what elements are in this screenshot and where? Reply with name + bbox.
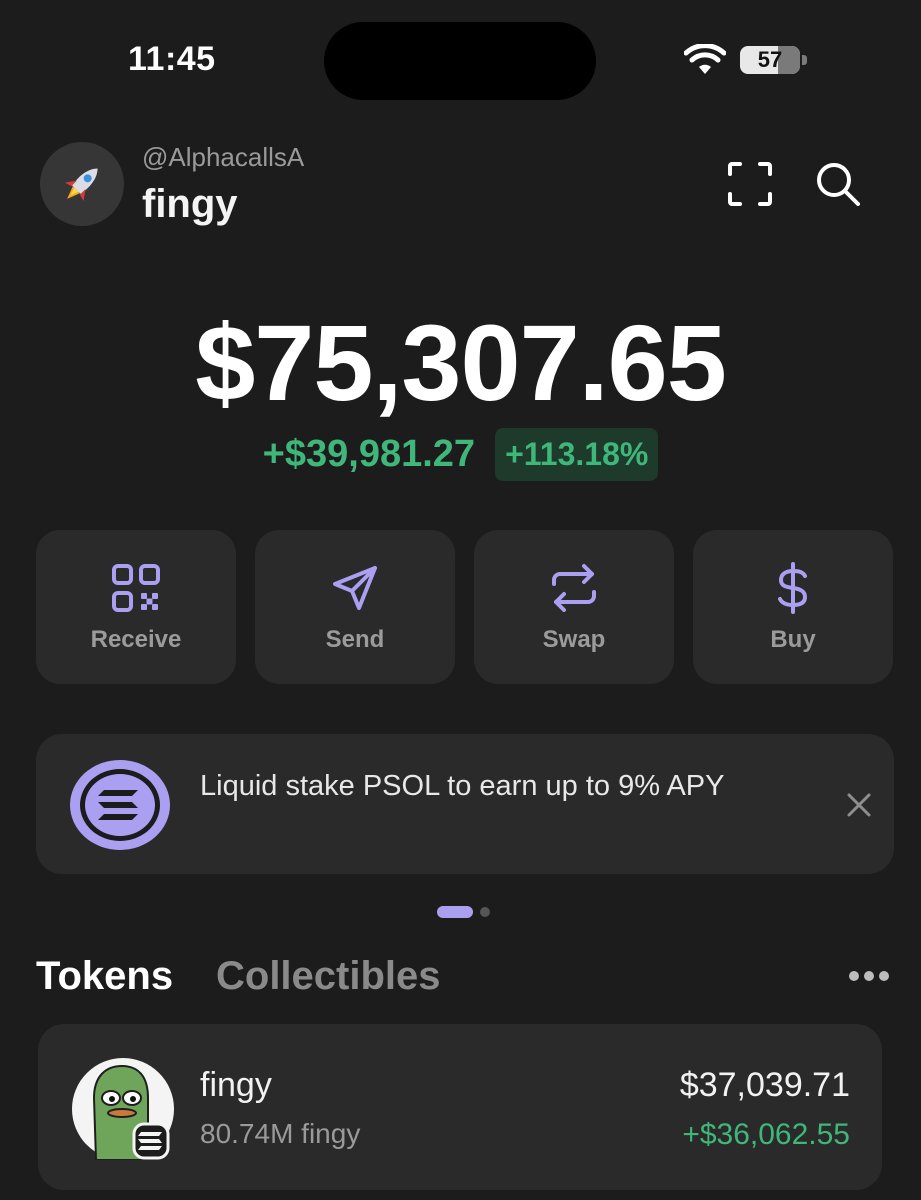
token-value: $37,039.71 [679,1066,850,1104]
swap-icon [552,564,596,612]
receive-button[interactable]: Receive [36,530,236,684]
dollar-icon [778,562,808,614]
dynamic-island [324,22,596,100]
battery-tip [802,55,807,65]
tab-collectibles[interactable]: Collectibles [216,954,441,999]
total-balance: $75,307.65 [195,302,727,423]
swap-button[interactable]: Swap [474,530,674,684]
fingy-token-icon [72,1058,174,1160]
balance-change-row: +$39,981.27 +113.18% [0,428,921,481]
token-name: fingy [200,1066,272,1104]
battery-level: 57 [757,47,783,72]
search-icon[interactable] [814,160,862,208]
buy-button[interactable]: Buy [693,530,893,684]
account-handle[interactable]: @AlphacallsA [142,142,304,173]
battery-icon: 57 [740,46,800,74]
token-change: +$36,062.55 [682,1118,850,1151]
wallet-name[interactable]: fingy [142,182,238,227]
token-amount: 80.74M fingy [200,1118,361,1149]
status-time: 11:45 [128,40,216,78]
qr-code-icon [112,564,160,612]
send-label: Send [325,626,385,653]
balance-change-amount: +$39,981.27 [262,433,476,475]
promo-text: Liquid stake PSOL to earn up to 9% APY [200,770,725,802]
send-button[interactable]: Send [255,530,455,684]
close-icon[interactable] [844,790,874,820]
swap-label: Swap [542,626,606,653]
tab-tokens[interactable]: Tokens [36,954,173,999]
solana-icon [70,760,170,850]
balance-change-percent: +113.18% [495,428,659,481]
wifi-icon [684,44,726,74]
receive-label: Receive [90,626,182,653]
rocket-icon [65,168,98,201]
pager-dot-active[interactable] [437,906,473,918]
scan-icon[interactable] [726,160,774,208]
send-icon [333,566,377,610]
more-options-icon[interactable] [848,970,890,982]
token-row[interactable]: fingy 80.74M fingy $37,039.71 +$36,062.5… [38,1024,882,1190]
pager-dot[interactable] [480,907,490,917]
stake-promo-banner[interactable]: Liquid stake PSOL to earn up to 9% APY [36,734,894,874]
avatar[interactable] [40,142,124,226]
buy-label: Buy [770,626,816,653]
